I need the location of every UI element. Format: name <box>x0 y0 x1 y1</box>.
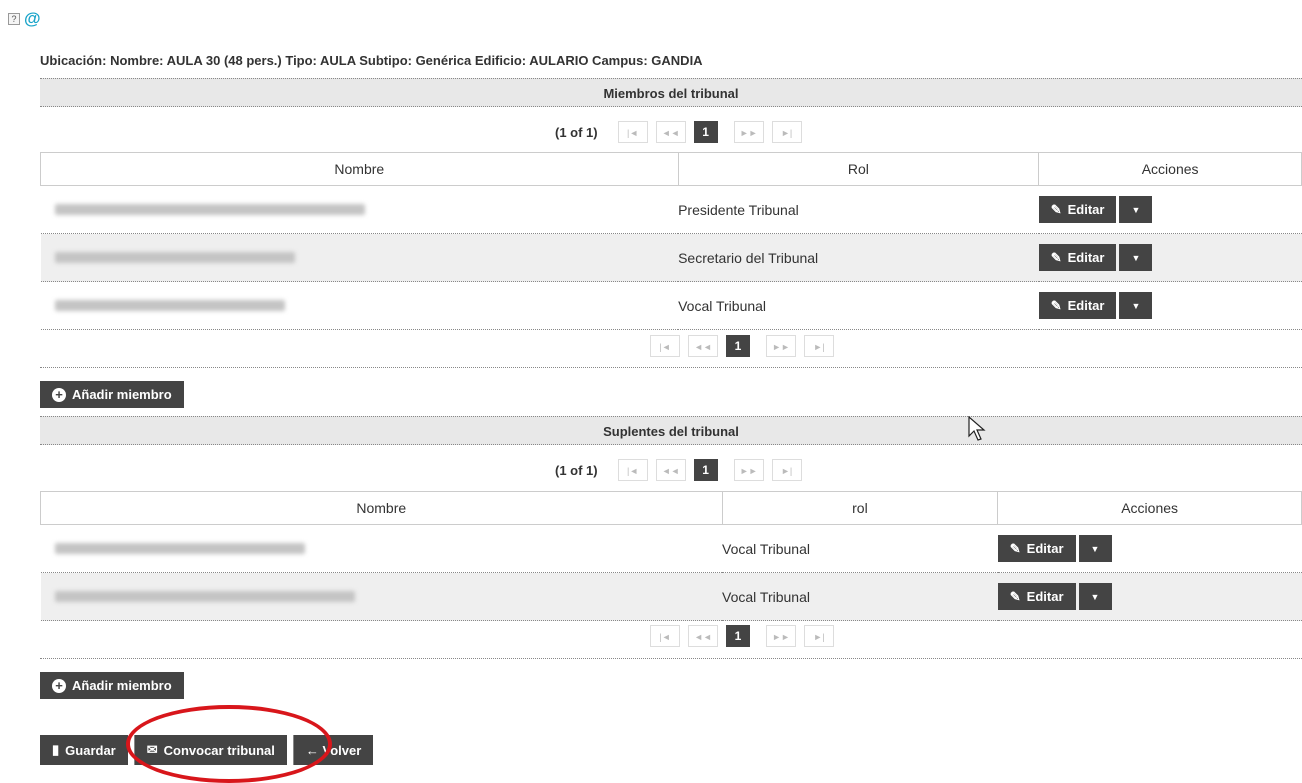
miembros-table: Nombre Rol Acciones Presidente Tribunal … <box>40 152 1302 330</box>
dropdown-caret-icon[interactable]: ▼ <box>1078 583 1112 610</box>
rol-cell: Vocal Tribunal <box>722 572 998 621</box>
pager-prev-button[interactable]: ◄◄ <box>688 625 718 647</box>
edit-button[interactable]: ✎ Editar <box>997 583 1076 610</box>
add-miembro-label: Añadir miembro <box>72 387 172 402</box>
add-suplente-label: Añadir miembro <box>72 678 172 693</box>
divider <box>40 658 1302 659</box>
suplentes-pager-bottom: |◄ ◄◄ 1 ►► ►| <box>650 625 838 647</box>
pager-prev-button[interactable]: ◄◄ <box>655 459 686 481</box>
divider <box>40 367 1302 368</box>
column-header-rol[interactable]: rol <box>721 491 999 525</box>
convocar-tribunal-button[interactable]: ✉ Convocar tribunal <box>133 735 287 765</box>
pager-first-button[interactable]: |◄ <box>617 121 648 143</box>
acciones-cell: ✎ Editar ▼ <box>1038 233 1302 282</box>
plus-circle-icon: + <box>52 678 66 693</box>
convocar-label: Convocar tribunal <box>163 742 275 758</box>
nombre-cell <box>40 572 723 621</box>
edit-label: Editar <box>1067 250 1105 265</box>
edit-button[interactable]: ✎ Editar <box>1038 292 1117 319</box>
add-miembro-button[interactable]: + Añadir miembro <box>40 381 184 408</box>
pager-first-button[interactable]: |◄ <box>650 335 680 357</box>
miembros-pager-top: (1 of 1) |◄ ◄◄ 1 ►► ►| <box>555 121 806 143</box>
pager-last-button[interactable]: ►| <box>771 459 802 481</box>
suplentes-pager-top: (1 of 1) |◄ ◄◄ 1 ►► ►| <box>555 459 806 481</box>
pager-first-button[interactable]: |◄ <box>650 625 680 647</box>
pager-last-button[interactable]: ►| <box>804 625 834 647</box>
pencil-icon: ✎ <box>1050 201 1062 217</box>
pencil-icon: ✎ <box>1050 249 1062 265</box>
plus-circle-icon: + <box>52 387 66 402</box>
save-icon: ▮ <box>52 742 60 757</box>
table-row[interactable]: Vocal Tribunal ✎ Editar ▼ <box>40 572 1302 621</box>
nombre-cell <box>40 185 679 234</box>
rol-cell: Vocal Tribunal <box>722 524 998 573</box>
acciones-cell: ✎ Editar ▼ <box>1038 281 1302 330</box>
dropdown-caret-icon[interactable]: ▼ <box>1119 292 1153 319</box>
edit-button[interactable]: ✎ Editar <box>1038 196 1117 223</box>
rol-cell: Presidente Tribunal <box>678 185 1039 234</box>
guardar-button[interactable]: ▮ Guardar <box>40 735 128 765</box>
dropdown-caret-icon[interactable]: ▼ <box>1119 196 1153 223</box>
pager-count: (1 of 1) <box>555 462 598 478</box>
column-header-rol[interactable]: Rol <box>677 152 1040 186</box>
edit-button[interactable]: ✎ Editar <box>1038 244 1117 271</box>
dropdown-caret-icon[interactable]: ▼ <box>1078 535 1112 562</box>
edit-label: Editar <box>1067 202 1105 217</box>
rol-cell: Vocal Tribunal <box>678 281 1039 330</box>
add-suplente-button[interactable]: + Añadir miembro <box>40 672 184 699</box>
guardar-label: Guardar <box>65 742 116 758</box>
pager-next-button[interactable]: ►► <box>766 625 796 647</box>
edit-label: Editar <box>1026 541 1064 556</box>
pager-last-button[interactable]: ►| <box>771 121 802 143</box>
volver-label: ← Volver <box>305 742 362 758</box>
pager-next-button[interactable]: ►► <box>766 335 796 357</box>
acciones-cell: ✎ Editar ▼ <box>997 524 1302 573</box>
pager-page-1[interactable]: 1 <box>726 335 750 357</box>
nombre-cell <box>40 233 679 282</box>
miembros-header: Miembros del tribunal <box>40 78 1302 107</box>
pager-page-1[interactable]: 1 <box>693 121 718 143</box>
pencil-icon: ✎ <box>1050 297 1062 313</box>
mouse-cursor-icon <box>968 416 986 441</box>
envelope-icon: ✉ <box>146 742 158 757</box>
column-header-nombre[interactable]: Nombre <box>40 152 679 186</box>
edit-label: Editar <box>1026 589 1064 604</box>
nombre-cell <box>40 281 679 330</box>
at-icon[interactable]: @ <box>24 10 41 27</box>
column-header-acciones: Acciones <box>997 491 1302 525</box>
suplentes-table: Nombre rol Acciones Vocal Tribunal ✎ Edit… <box>40 491 1302 621</box>
column-header-acciones: Acciones <box>1038 152 1302 186</box>
pager-page-1[interactable]: 1 <box>693 459 718 481</box>
nombre-cell <box>40 524 723 573</box>
table-row[interactable]: Presidente Tribunal ✎ Editar ▼ <box>40 185 1302 234</box>
pager-count: (1 of 1) <box>555 124 598 140</box>
dropdown-caret-icon[interactable]: ▼ <box>1119 244 1153 271</box>
volver-button[interactable]: ← Volver <box>292 735 374 765</box>
pager-prev-button[interactable]: ◄◄ <box>655 121 686 143</box>
pager-last-button[interactable]: ►| <box>804 335 834 357</box>
table-row[interactable]: Secretario del Tribunal ✎ Editar ▼ <box>40 233 1302 282</box>
pager-page-1[interactable]: 1 <box>726 625 750 647</box>
acciones-cell: ✎ Editar ▼ <box>1038 185 1302 234</box>
pencil-icon: ✎ <box>1009 540 1021 556</box>
table-row[interactable]: Vocal Tribunal ✎ Editar ▼ <box>40 281 1302 330</box>
pager-next-button[interactable]: ►► <box>733 459 764 481</box>
pencil-icon: ✎ <box>1009 588 1021 604</box>
pager-next-button[interactable]: ►► <box>733 121 764 143</box>
suplentes-header: Suplentes del tribunal <box>40 416 1302 445</box>
acciones-cell: ✎ Editar ▼ <box>997 572 1302 621</box>
rol-cell: Secretario del Tribunal <box>678 233 1039 282</box>
column-header-nombre[interactable]: Nombre <box>40 491 723 525</box>
table-row[interactable]: Vocal Tribunal ✎ Editar ▼ <box>40 524 1302 573</box>
ubicacion-text: Ubicación: Nombre: AULA 30 (48 pers.) Ti… <box>40 53 703 68</box>
top-icons: ? @ <box>8 10 41 27</box>
pager-first-button[interactable]: |◄ <box>617 459 648 481</box>
miembros-pager-bottom: |◄ ◄◄ 1 ►► ►| <box>650 335 838 357</box>
pager-prev-button[interactable]: ◄◄ <box>688 335 718 357</box>
help-icon[interactable]: ? <box>8 13 20 25</box>
edit-label: Editar <box>1067 298 1105 313</box>
edit-button[interactable]: ✎ Editar <box>997 535 1076 562</box>
footer-toolbar: ▮ Guardar ✉ Convocar tribunal ← Volver <box>40 735 374 765</box>
